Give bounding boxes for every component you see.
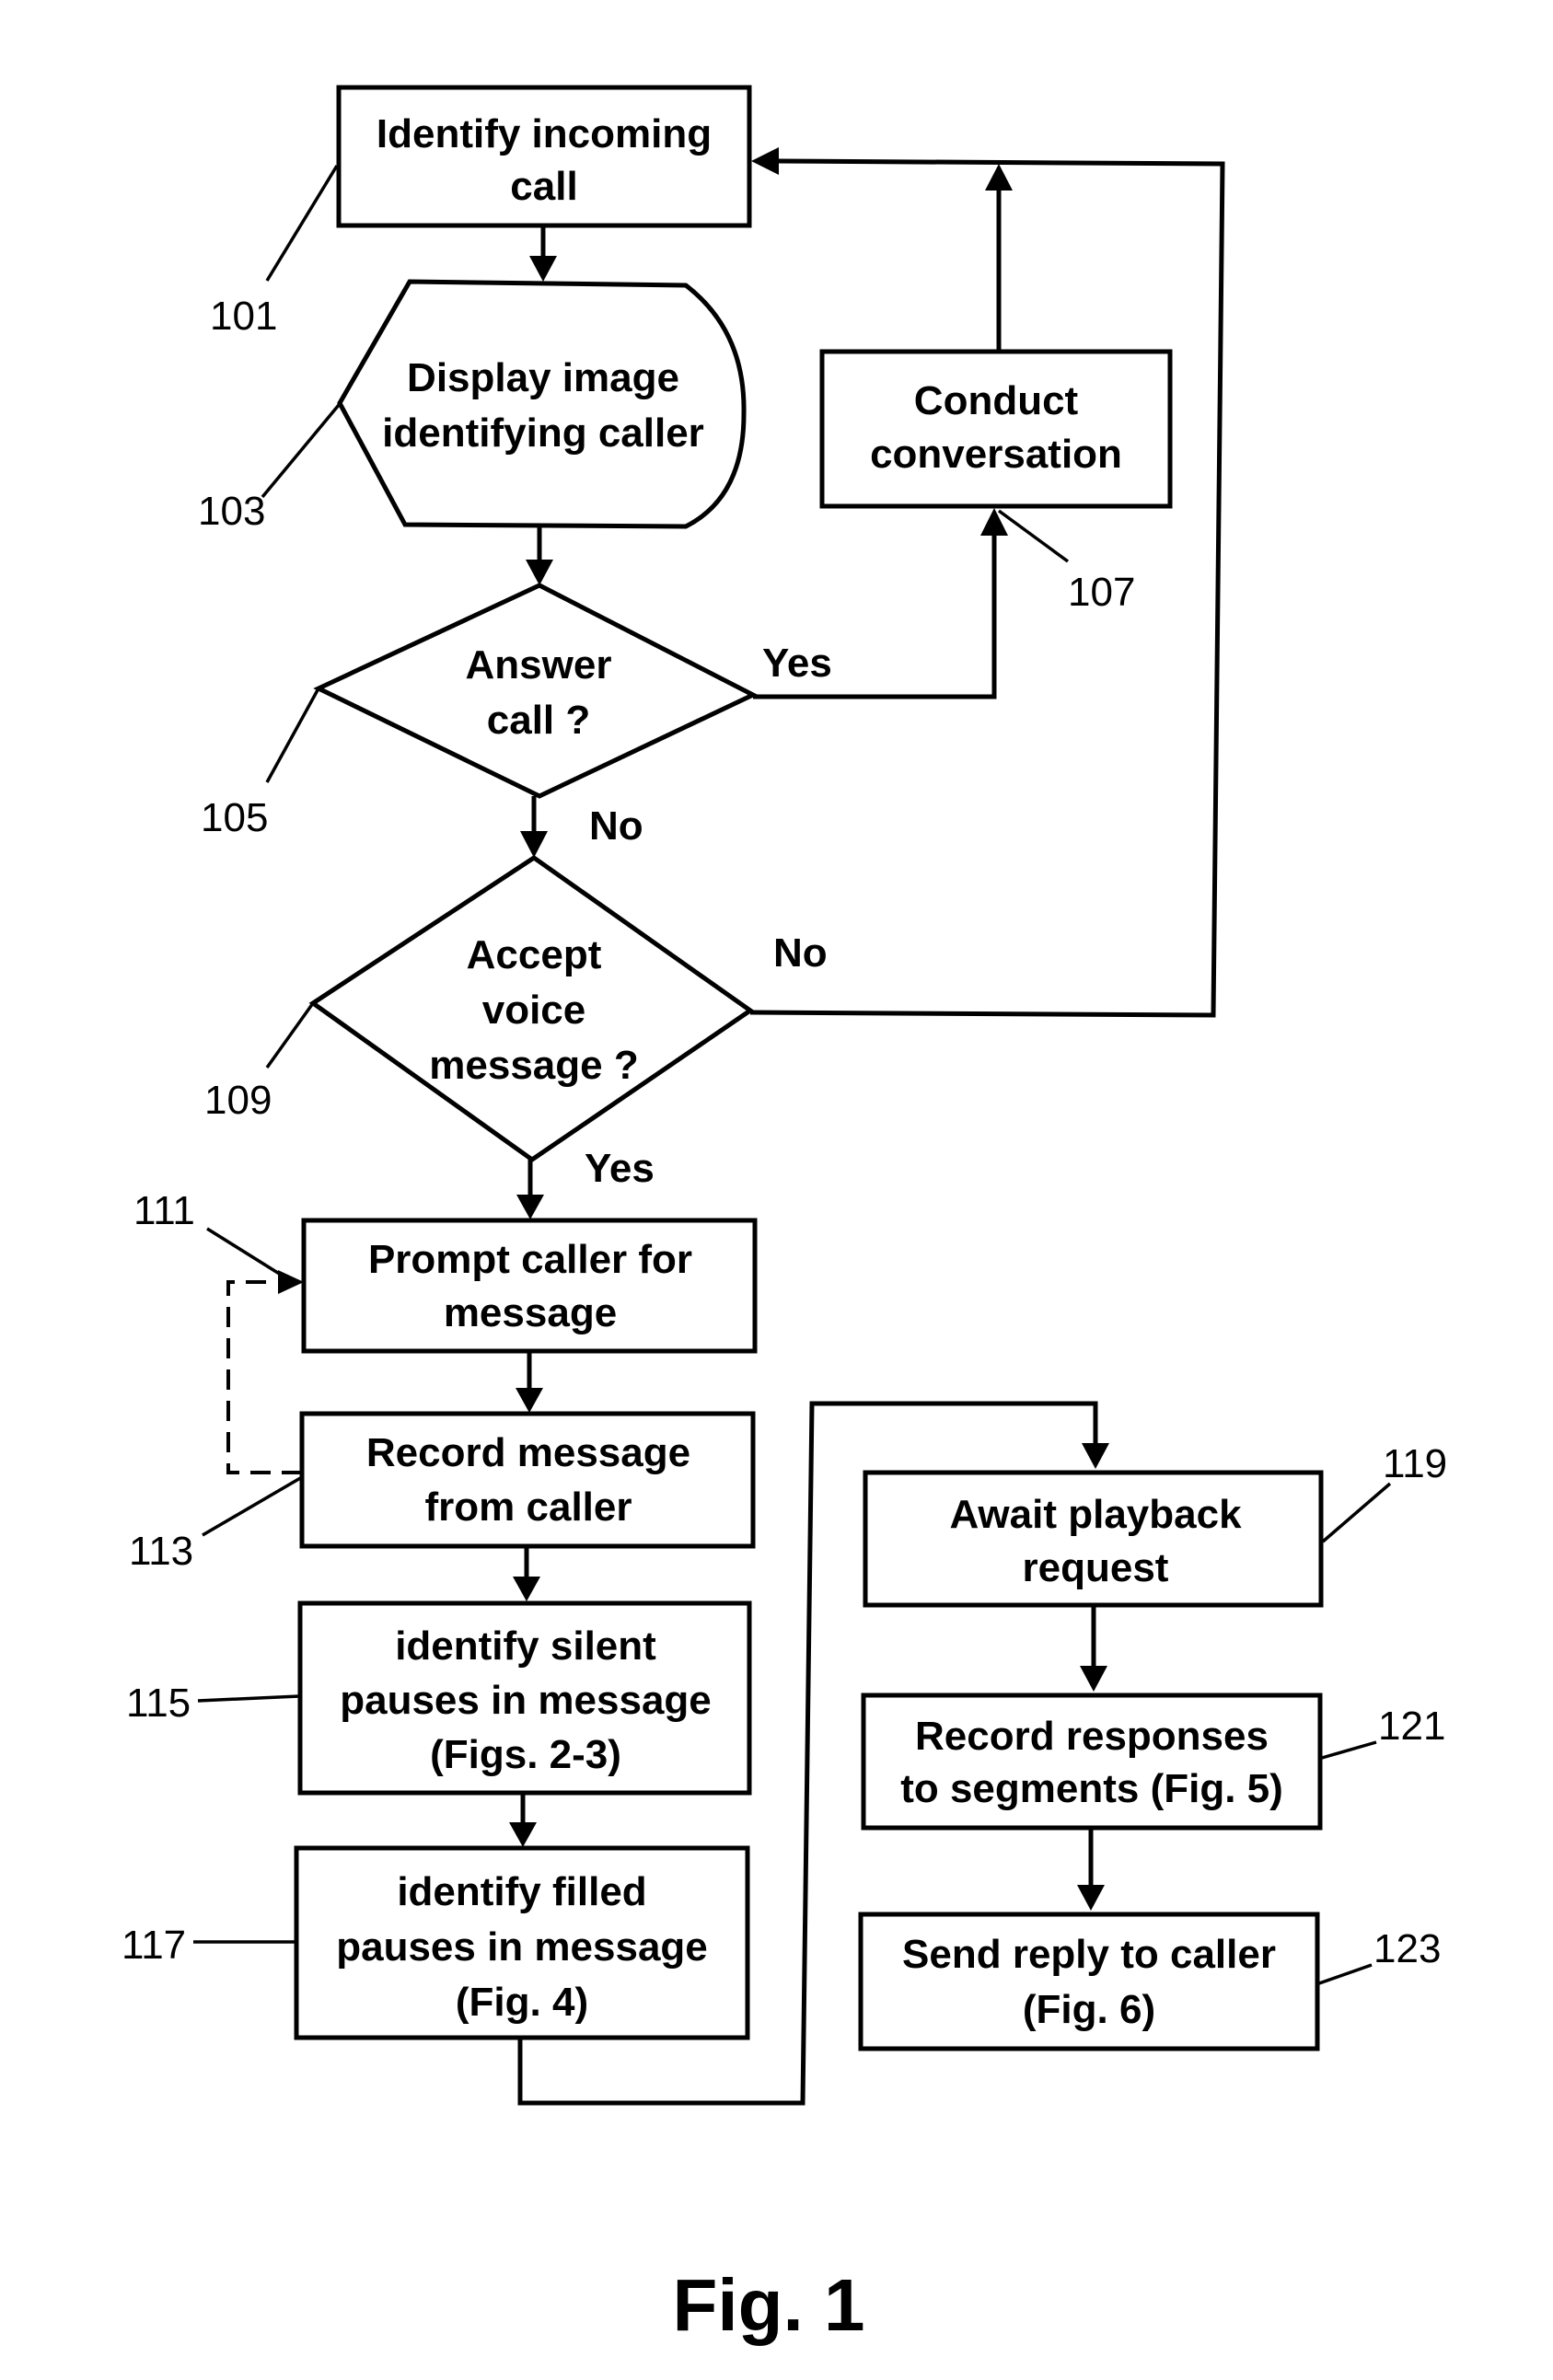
node-text-line: Record message	[366, 1430, 690, 1475]
edge-label-no: No	[589, 803, 643, 849]
arrow-head	[1082, 1443, 1109, 1469]
node-text-line: Send reply to caller	[902, 1932, 1276, 1977]
node-text-line: voice	[482, 988, 586, 1033]
decision-answer-call: Answer call ?	[313, 583, 759, 799]
node-text-line: from caller	[425, 1485, 632, 1530]
node-text-line: identify silent	[395, 1623, 656, 1669]
arrow-head	[509, 1822, 537, 1847]
connector-109-101-loop	[749, 158, 1225, 1018]
node-text-line: to segments (Fig. 5)	[900, 1766, 1283, 1811]
process-box-identify-filled-pauses: identify filled pauses in message (Fig. …	[294, 1845, 750, 2040]
ref-label-105: 105	[201, 795, 268, 840]
edge-label-no: No	[773, 930, 828, 976]
process-box-conduct-conversation: Conduct conversation	[819, 349, 1173, 509]
leader-line-113	[202, 1475, 303, 1537]
ref-label-111: 111	[133, 1188, 195, 1233]
process-box-record-responses: Record responses to segments (Fig. 5)	[861, 1693, 1323, 1831]
leader-line-111	[206, 1227, 282, 1277]
leader-line-103	[261, 403, 341, 499]
arrow-head	[980, 508, 1008, 536]
ref-label-119: 119	[1383, 1441, 1447, 1486]
leader-line-101	[265, 165, 339, 282]
node-text-line: Accept	[467, 932, 602, 977]
node-text-line: call ?	[487, 698, 591, 743]
node-text-line: message	[444, 1290, 617, 1335]
node-text-line: Conduct	[914, 378, 1079, 423]
node-text-line: request	[1023, 1545, 1169, 1590]
ref-label-107: 107	[1068, 570, 1135, 615]
leader-line-123	[1318, 1963, 1373, 1985]
leader-line-115	[197, 1694, 300, 1703]
node-text-line: (Fig. 4)	[456, 1980, 588, 2025]
node-text-line: call	[510, 164, 577, 209]
ref-label-117: 117	[122, 1923, 186, 1968]
edge-label-yes: Yes	[585, 1146, 655, 1191]
arrow-head	[513, 1577, 540, 1601]
process-box-identify-incoming-call: Identify incoming call	[336, 85, 752, 228]
node-text-line: pauses in message	[336, 1924, 708, 1970]
ref-label-103: 103	[198, 489, 265, 534]
ref-label-115: 115	[126, 1681, 191, 1726]
node-text-line: identifying caller	[382, 410, 704, 456]
node-text-line: Display image	[407, 355, 679, 400]
process-box-record-message: Record message from caller	[299, 1411, 756, 1549]
leader-line-109	[265, 1001, 315, 1069]
process-box-await-playback: Await playback request	[863, 1470, 1324, 1608]
ref-label-113: 113	[129, 1529, 193, 1574]
figure-caption: Fig. 1	[673, 2264, 865, 2346]
arrow-head	[1080, 1666, 1107, 1692]
node-text-line: Prompt caller for	[368, 1237, 692, 1282]
node-text-line: (Figs. 2-3)	[430, 1732, 621, 1777]
ref-label-101: 101	[210, 294, 277, 339]
node-text-line: message ?	[429, 1043, 638, 1088]
edge-label-yes: Yes	[762, 641, 832, 686]
arrow-head	[751, 147, 779, 175]
decision-accept-voice-message: Accept voice message ?	[308, 854, 755, 1163]
process-box-identify-silent-pauses: identify silent pauses in message (Figs.…	[297, 1600, 752, 1796]
display-shape-image-identifying-caller: Display image identifying caller	[337, 279, 747, 529]
node-text-line: pauses in message	[340, 1678, 712, 1723]
arrow-head	[520, 831, 548, 858]
arrow-head	[516, 1195, 544, 1219]
node-text-line: conversation	[870, 432, 1122, 477]
node-text-line: Record responses	[915, 1714, 1269, 1759]
leader-line-107	[997, 509, 1070, 563]
ref-label-109: 109	[204, 1078, 272, 1123]
node-text-line: (Fig. 6)	[1023, 1987, 1155, 2032]
dashed-loop-113-111	[226, 1280, 302, 1474]
arrow-head	[985, 164, 1013, 191]
leader-line-105	[265, 687, 320, 783]
node-text-line: Await playback	[949, 1492, 1242, 1537]
node-text-line: Identify incoming	[377, 111, 712, 156]
arrow-head	[1077, 1885, 1105, 1911]
flowchart: Identify incoming call 101 Display image…	[122, 85, 1447, 2346]
arrow-head	[278, 1270, 304, 1294]
arrow-head	[529, 256, 557, 282]
node-text-line: Answer	[466, 642, 612, 687]
process-box-send-reply: Send reply to caller (Fig. 6)	[858, 1912, 1320, 2051]
ref-label-123: 123	[1373, 1926, 1441, 1971]
process-box-prompt-caller: Prompt caller for message	[301, 1218, 758, 1354]
node-text-line: identify filled	[397, 1869, 646, 1914]
leader-line-119	[1321, 1482, 1392, 1543]
arrow-head	[526, 560, 553, 585]
arrow-head	[516, 1388, 543, 1413]
leader-line-121	[1321, 1740, 1377, 1760]
ref-label-121: 121	[1378, 1704, 1445, 1749]
